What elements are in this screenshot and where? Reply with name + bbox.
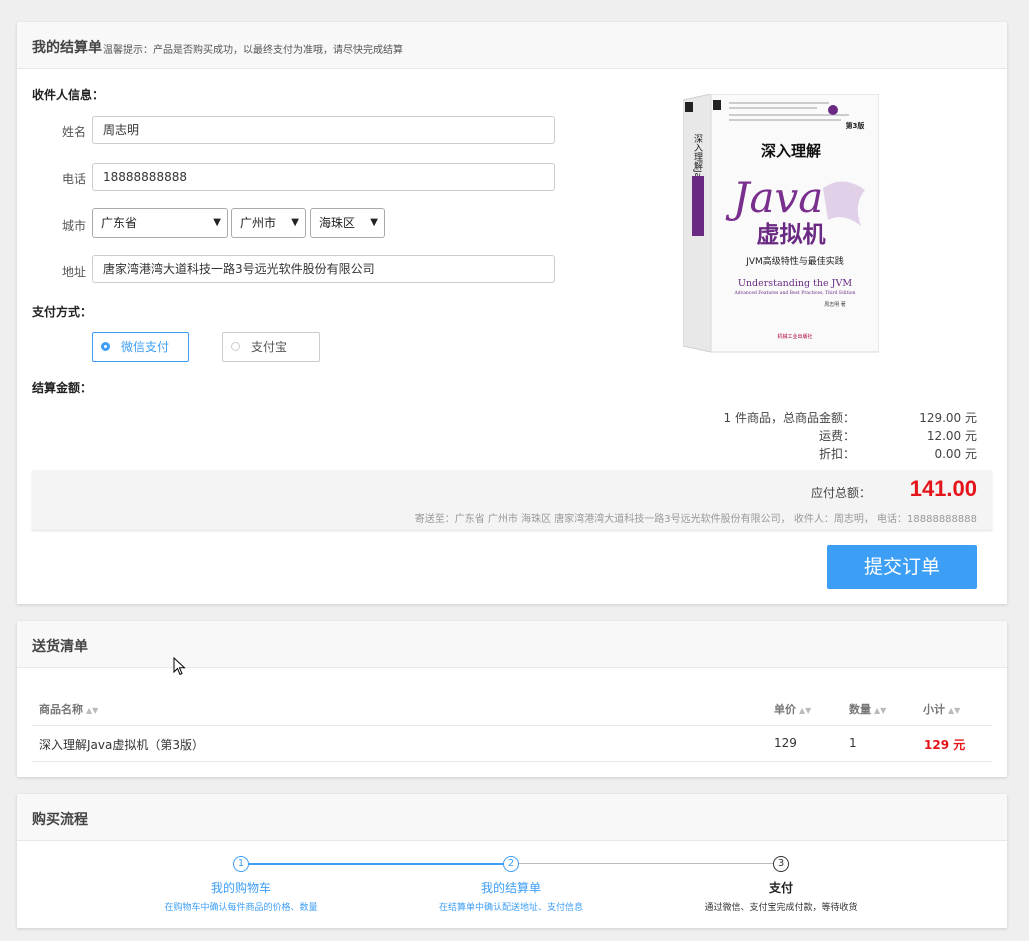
summary-discount-value: 0.00 元 [934,447,977,461]
book-en-title: Understanding the JVM [738,278,852,289]
checkout-card: 我的结算单 温馨提示：产品是否购买成功，以最终支付为准哦，请尽快完成结算 收件人… [17,22,1007,604]
total-box: 应付总额： 141.00 寄送至：广东省 广州市 海珠区 唐家湾港湾大道科技一路… [32,470,992,530]
submit-order-button[interactable]: 提交订单 [827,545,977,589]
name-input[interactable]: 周志明 [92,116,555,144]
phone-input[interactable]: 18888888888 [92,163,555,191]
chevron-down-icon: ▼ [291,217,299,228]
book-subtitle: JVM高级特性与最佳实践 [745,255,844,267]
step-2-circle: 2 [503,856,519,872]
book-title-line1: 深入理解 [761,142,821,160]
step-3-title: 支付 [768,881,793,895]
step-2-desc: 在结算单中确认配送地址、支付信息 [438,903,583,913]
column-header-label: 单价 [774,703,796,716]
sort-icon: ▲▼ [86,706,99,715]
step-1-title: 我的购物车 [210,881,271,895]
city-label: 城市 [62,219,87,233]
delivery-title: 送货清单 [32,639,88,655]
summary-goods-value: 129.00 元 [919,411,977,425]
checkout-title: 我的结算单 [32,40,102,56]
row-subtotal: 129 元 [924,738,966,752]
checkout-tip: 温馨提示：产品是否购买成功，以最终支付为准哦，请尽快完成结算 [103,45,403,56]
row-quantity: 1 [849,736,857,750]
checkout-header: 我的结算单 温馨提示：产品是否购买成功，以最终支付为准哦，请尽快完成结算 [17,22,1007,69]
district-value: 海珠区 [319,216,356,230]
flow-header: 购买流程 [17,794,1007,841]
summary-goods-label: 1 件商品，总商品金额： [723,411,855,425]
sort-icon: ▲▼ [948,706,961,715]
delivery-list-card: 送货清单 商品名称 ▲▼ 单价 ▲▼ 数量 ▲▼ 小计 ▲▼ 深入理解Java虚拟机（第… [17,621,1007,777]
ship-to-text: 寄送至：广东省 广州市 海珠区 唐家湾港湾大道科技一路3号远光软件股份有限公司，… [414,514,977,525]
mouse-cursor-icon [173,657,186,676]
chevron-down-icon: ▼ [370,217,378,228]
step-2-title: 我的结算单 [480,881,541,895]
summary-discount-label: 折扣： [818,447,855,461]
column-header-quantity[interactable]: 数量 ▲▼ [849,701,886,717]
book-edition: 第3版 [846,121,865,130]
book-cover-image: 深入理解Java虚拟机 第3版 深入理解 Java 虚拟机 JVM高级特性与最佳… [683,94,879,353]
payment-option-label: 微信支付 [121,340,170,354]
column-header-price[interactable]: 单价 ▲▼ [774,701,811,717]
address-label: 地址 [62,265,87,279]
district-select[interactable]: 海珠区 ▼ [310,208,385,238]
table-row-divider [32,761,992,762]
step-1-circle: 1 [233,856,249,872]
step-connector-2 [519,863,773,864]
book-publisher: 机械工业出版社 [777,333,812,340]
phone-label: 电话 [62,172,87,186]
summary-shipping-value: 12.00 元 [926,429,977,443]
step-1-desc: 在购物车中确认每件商品的价格、数量 [164,903,318,913]
radio-icon [101,342,110,351]
delivery-header: 送货清单 [17,621,1007,668]
summary-shipping-label: 运费： [818,429,855,443]
column-header-label: 数量 [849,703,871,716]
province-value: 广东省 [101,216,138,230]
flow-title: 购买流程 [32,812,88,828]
payment-option-wechat[interactable]: 微信支付 [92,332,189,362]
sort-icon: ▲▼ [874,706,887,715]
total-label: 应付总额： [810,486,871,500]
row-price: 129 [774,736,797,750]
step-3-desc: 通过微信、支付宝完成付款，等待收货 [704,903,858,913]
book-en-subtitle: Advanced Features and Best Practices, Th… [734,290,856,296]
book-title-line2: 虚拟机 [757,222,826,248]
book-title-java: Java [725,173,824,222]
column-header-name[interactable]: 商品名称 ▲▼ [39,701,98,717]
column-header-subtotal[interactable]: 小计 ▲▼ [923,701,960,717]
city-value: 广州市 [240,216,277,230]
step-connector-1 [249,863,503,865]
name-label: 姓名 [62,125,87,139]
step-3-circle: 3 [773,856,789,872]
total-value: 141.00 [909,476,977,501]
payment-option-alipay[interactable]: 支付宝 [222,332,320,362]
sort-icon: ▲▼ [799,706,812,715]
table-header-divider [32,725,992,726]
book-author: 周志明 著 [824,301,846,308]
row-product-name: 深入理解Java虚拟机（第3版） [39,738,204,752]
city-select[interactable]: 广州市 ▼ [231,208,306,238]
payment-section-label: 支付方式： [32,305,93,319]
column-header-label: 小计 [923,703,945,716]
payment-option-label: 支付宝 [251,340,288,354]
amount-section-label: 结算金额： [32,381,93,395]
radio-icon [231,342,240,351]
address-input[interactable]: 唐家湾港湾大道科技一路3号远光软件股份有限公司 [92,255,555,283]
receiver-section-label: 收件人信息： [32,88,105,102]
province-select[interactable]: 广东省 ▼ [92,208,228,238]
purchase-flow-card: 购买流程 1 2 3 我的购物车 我的结算单 支付 在购物车中确认每件商品的价格… [17,794,1007,928]
column-header-label: 商品名称 [39,703,83,716]
chevron-down-icon: ▼ [213,217,221,228]
